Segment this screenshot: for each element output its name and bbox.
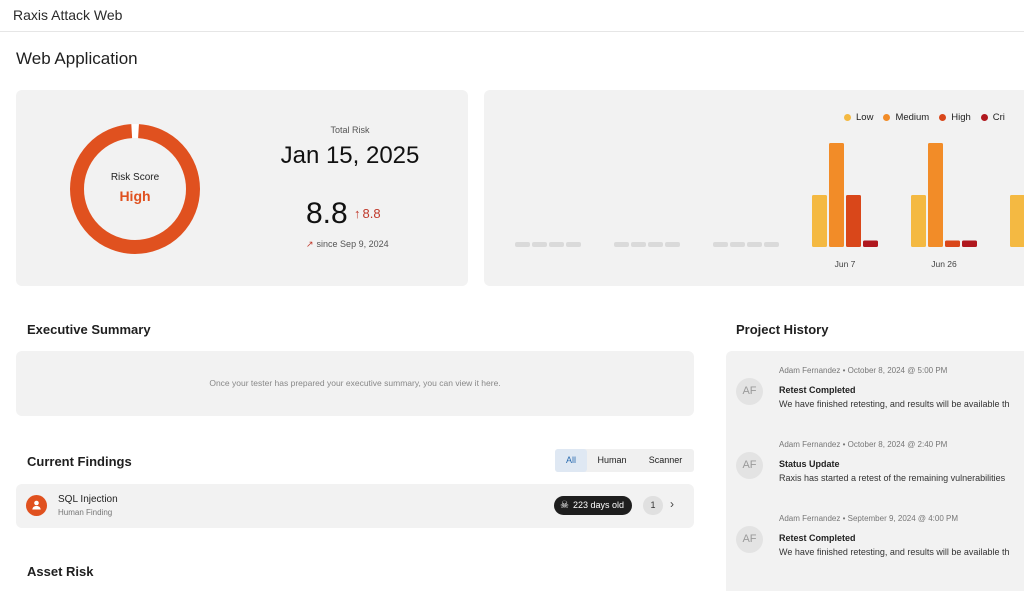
legend-item-low: Low <box>844 112 873 123</box>
filter-tab-scanner[interactable]: Scanner <box>637 449 694 472</box>
legend-item-high: High <box>939 112 971 123</box>
legend-item-critical: Cri <box>980 112 1005 123</box>
executive-summary-placeholder: Once your tester has prepared your execu… <box>209 378 501 388</box>
bar-low-0 <box>515 242 530 247</box>
history-description: We have finished retesting, and results … <box>779 399 1010 409</box>
bar-high-1 <box>648 242 663 247</box>
bar-high-0 <box>549 242 564 247</box>
history-meta: Adam Fernandez • October 8, 2024 @ 5:00 … <box>779 366 948 375</box>
history-title: Retest Completed <box>779 533 856 543</box>
bar-medium-2 <box>730 242 745 247</box>
bar-low-5 <box>1010 195 1024 247</box>
bar-medium-3 <box>829 143 844 247</box>
skull-icon: ☠ <box>560 500 569 511</box>
risk-delta: ↑ 8.8 <box>354 206 381 221</box>
history-title: Retest Completed <box>779 385 856 395</box>
legend-dot-icon <box>883 114 891 121</box>
findings-chart-card: Jun 7 Jun 26 Low Medium High Cri <box>484 90 1024 286</box>
bar-low-2 <box>713 242 728 247</box>
findings-filter-tabs: All Human Scanner <box>555 449 694 472</box>
bar-medium-1 <box>631 242 646 247</box>
history-item: AF Adam Fernandez • October 8, 2024 @ 5:… <box>736 366 1024 426</box>
trend-up-icon: ↗ <box>306 239 314 249</box>
risk-delta-value: 8.8 <box>362 206 381 221</box>
app-title: Raxis Attack Web <box>13 7 123 23</box>
bar-low-3 <box>812 195 827 247</box>
bar-critical-2 <box>764 242 779 247</box>
filter-tab-human[interactable]: Human <box>587 449 637 472</box>
filter-tab-all[interactable]: All <box>555 449 587 472</box>
legend-label: Low <box>856 112 874 123</box>
finding-row[interactable]: SQL Injection Human Finding ☠ 223 days o… <box>16 484 694 528</box>
finding-count-badge: 1 <box>643 496 663 515</box>
bar-medium-0 <box>532 242 547 247</box>
risk-score-label: Risk Score <box>110 172 160 183</box>
project-history-title: Project History <box>736 322 829 337</box>
since-text: since Sep 9, 2024 <box>316 239 389 249</box>
history-meta: Adam Fernandez • September 9, 2024 @ 4:0… <box>779 514 959 523</box>
finding-age-badge: ☠ 223 days old <box>554 496 633 515</box>
finding-name: SQL Injection <box>58 494 118 505</box>
legend-dot-icon <box>980 114 988 121</box>
asset-risk-title: Asset Risk <box>27 564 94 579</box>
since-row: ↗ since Sep 9, 2024 <box>306 239 389 250</box>
legend-label: High <box>951 112 971 123</box>
avatar: AF <box>736 526 763 553</box>
chart-legend: Low Medium High Cri <box>844 112 1005 123</box>
bar-high-3 <box>846 195 861 247</box>
risk-score-card: Risk Score High Total Risk Jan 15, 2025 … <box>16 90 468 286</box>
finding-age: 223 days old <box>572 500 625 510</box>
bar-critical-3 <box>863 240 878 247</box>
human-finding-icon <box>26 495 47 516</box>
risk-score-number: 8.8 <box>306 197 348 230</box>
bar-critical-4 <box>962 240 977 247</box>
history-description: We have finished retesting, and results … <box>779 547 1010 557</box>
bar-high-2 <box>747 242 762 247</box>
executive-summary-title: Executive Summary <box>27 322 151 337</box>
total-risk-label: Total Risk <box>330 125 370 135</box>
avatar: AF <box>736 378 763 405</box>
bar-high-4 <box>945 240 960 247</box>
finding-type: Human Finding <box>58 508 113 517</box>
legend-label: Medium <box>895 112 930 123</box>
bar-low-4 <box>911 195 926 247</box>
legend-dot-icon <box>939 114 947 121</box>
arrow-up-icon: ↑ <box>354 206 361 221</box>
page-title: Web Application <box>16 49 138 68</box>
history-title: Status Update <box>779 459 840 469</box>
avatar: AF <box>736 452 763 479</box>
current-findings-title: Current Findings <box>27 454 132 469</box>
bar-medium-4 <box>928 143 943 247</box>
history-item: AF Adam Fernandez • October 8, 2024 @ 2:… <box>736 440 1024 500</box>
chevron-right-icon[interactable]: › <box>670 497 674 511</box>
bar-critical-0 <box>566 242 581 247</box>
executive-summary-card: Once your tester has prepared your execu… <box>16 351 694 416</box>
risk-score-value: High <box>119 188 151 204</box>
project-history-card: AF Adam Fernandez • October 8, 2024 @ 5:… <box>726 351 1024 591</box>
history-description: Raxis has started a retest of the remain… <box>779 473 1006 483</box>
legend-label: Cri <box>992 112 1005 123</box>
legend-item-medium: Medium <box>883 112 929 123</box>
top-bar: Raxis Attack Web <box>0 0 1024 32</box>
history-item: AF Adam Fernandez • September 9, 2024 @ … <box>736 514 1024 574</box>
bar-low-1 <box>614 242 629 247</box>
x-tick-label: Jun 26 <box>931 259 957 269</box>
bar-critical-1 <box>665 242 680 247</box>
risk-date: Jan 15, 2025 <box>280 142 420 169</box>
legend-dot-icon <box>844 114 851 121</box>
x-tick-label: Jun 7 <box>835 259 856 269</box>
history-meta: Adam Fernandez • October 8, 2024 @ 2:40 … <box>779 440 948 449</box>
